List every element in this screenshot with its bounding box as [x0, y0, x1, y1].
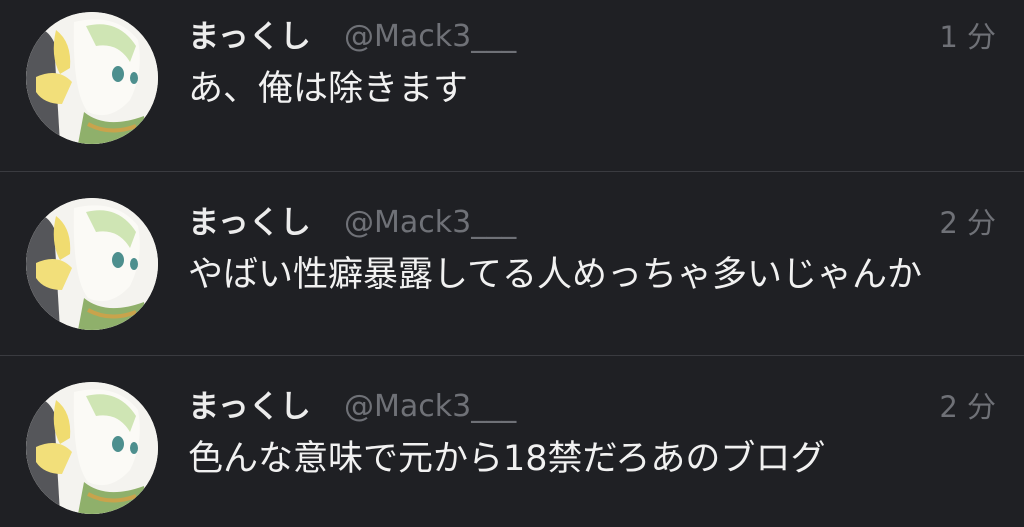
display-name[interactable]: まっくし: [188, 18, 311, 56]
tweet-text: やばい性癖暴露してる人めっちゃ多いじゃんか: [188, 255, 922, 295]
avatar-image: [26, 12, 158, 144]
avatar[interactable]: [26, 198, 158, 330]
avatar-image: [26, 198, 158, 330]
tweet-row[interactable]: まっくし @Mack3___ 2 分 やばい性癖暴露してる人めっちゃ多いじゃんか: [0, 172, 1024, 355]
username-handle[interactable]: @Mack3___: [344, 18, 516, 56]
timeline-feed: まっくし @Mack3___ 1 分 あ、俺は除きます まっくし @Mack3_…: [0, 0, 1024, 527]
tweet-text: あ、俺は除きます: [188, 69, 469, 109]
avatar[interactable]: [26, 12, 158, 144]
display-name[interactable]: まっくし: [188, 388, 311, 426]
tweet-row[interactable]: まっくし @Mack3___ 1 分 あ、俺は除きます: [0, 0, 1024, 171]
tweet-row[interactable]: まっくし @Mack3___ 2 分 色んな意味で元から18禁だろあのブログ: [0, 356, 1024, 527]
username-handle[interactable]: @Mack3___: [344, 388, 516, 426]
display-name[interactable]: まっくし: [188, 204, 311, 242]
username-handle[interactable]: @Mack3___: [344, 204, 516, 242]
avatar[interactable]: [26, 382, 158, 514]
timestamp: 2 分: [939, 390, 996, 424]
tweet-text: 色んな意味で元から18禁だろあのブログ: [188, 439, 826, 479]
avatar-image: [26, 382, 158, 514]
timestamp: 1 分: [939, 20, 996, 54]
timestamp: 2 分: [939, 206, 996, 240]
